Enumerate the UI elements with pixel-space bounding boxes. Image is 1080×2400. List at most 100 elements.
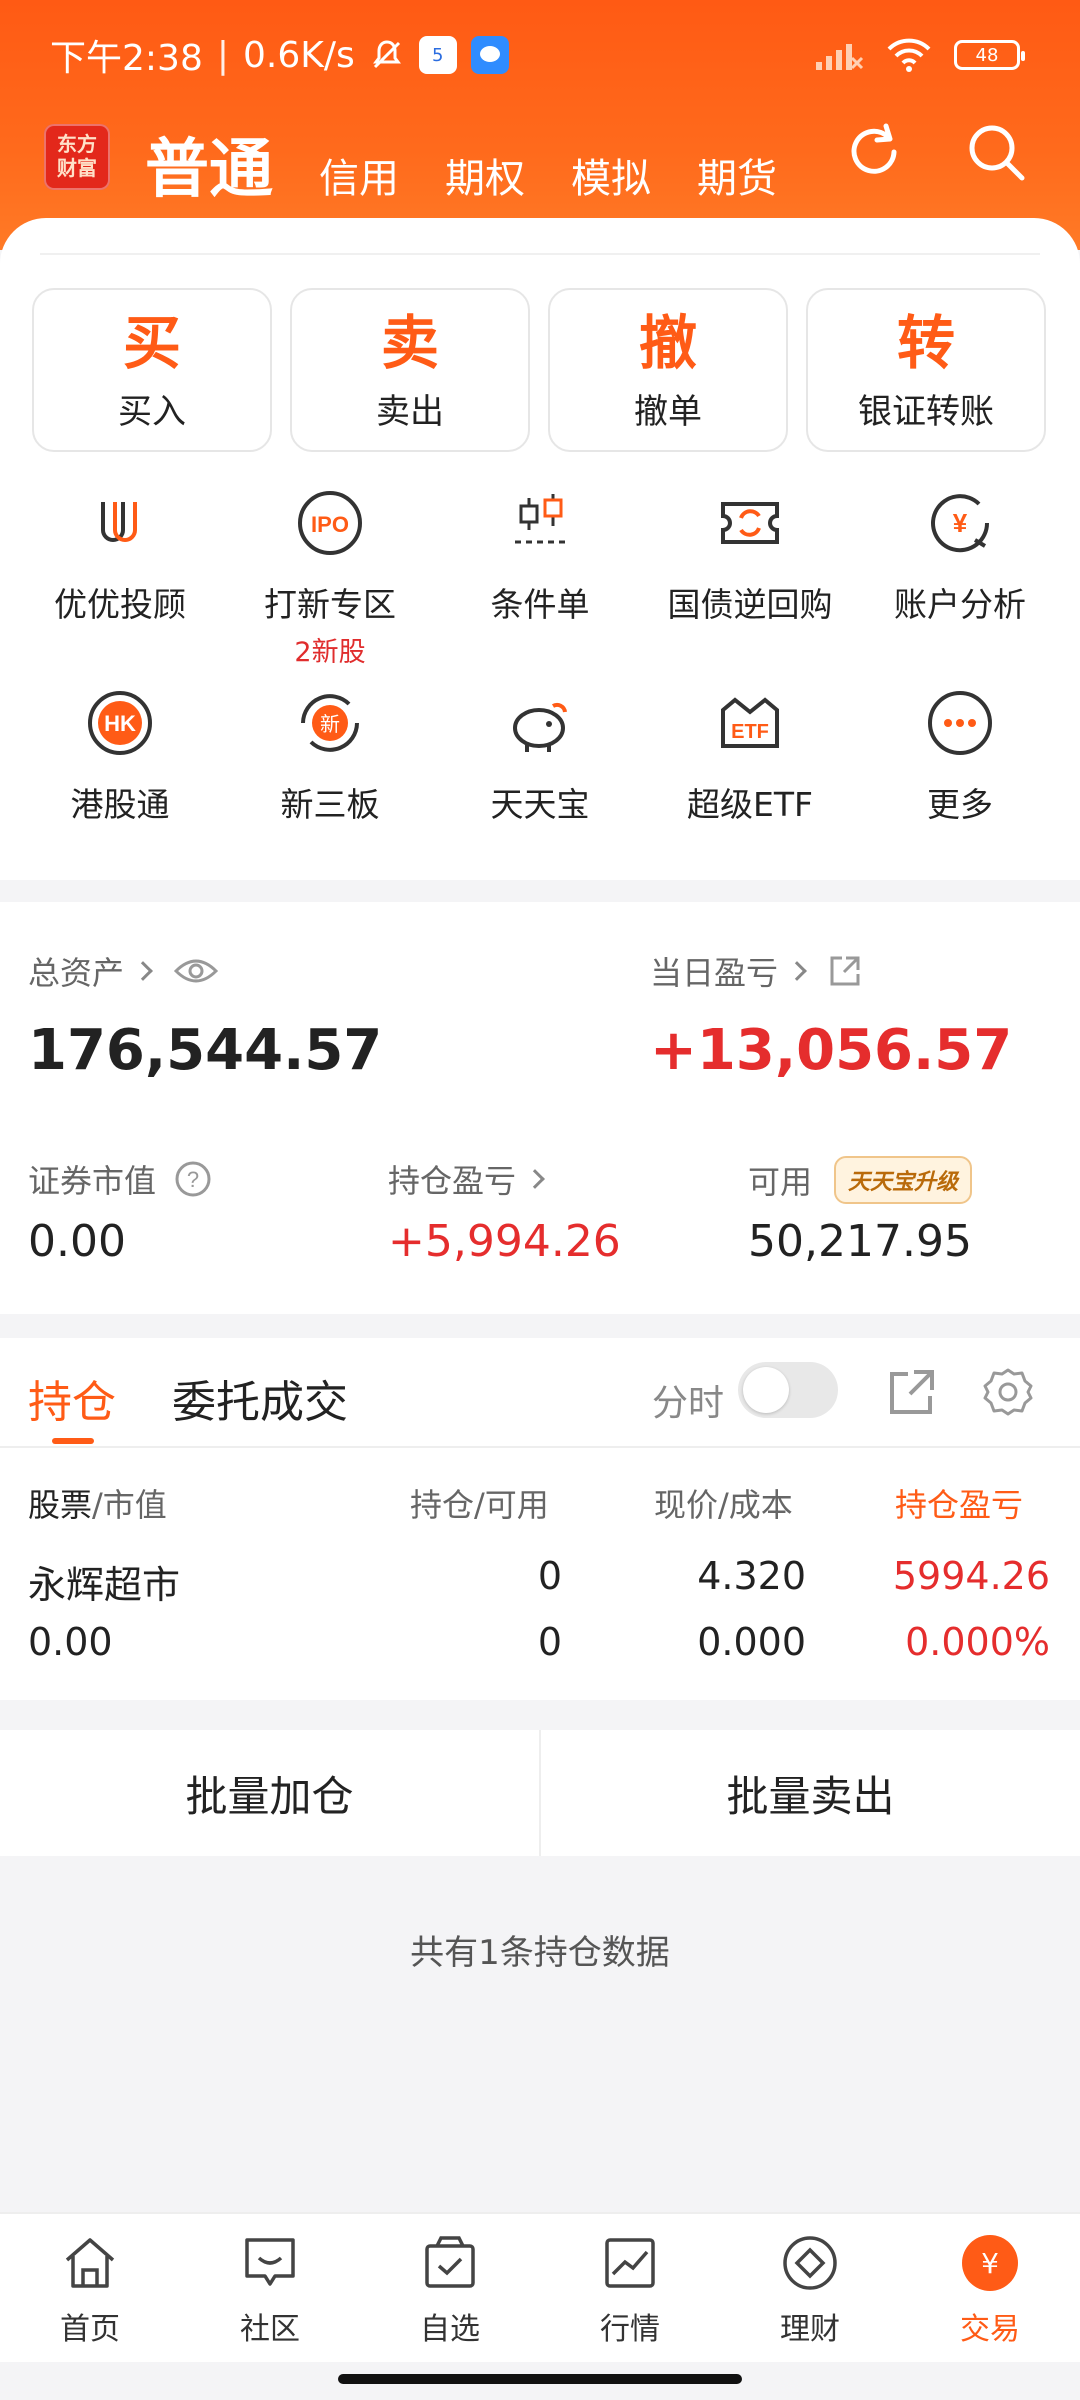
feature-row-2: HK 港股通 新 新三板 天天宝 ETF 超级ETF 更多 bbox=[0, 680, 1080, 880]
messenger-app-icon bbox=[470, 36, 509, 74]
bell-muted-icon bbox=[372, 40, 401, 69]
grid-item-hk-connect[interactable]: HK 港股通 bbox=[15, 680, 225, 880]
app-logo: 东方财富 bbox=[44, 124, 110, 190]
svg-text:IPO: IPO bbox=[311, 512, 349, 537]
help-icon[interactable]: ? bbox=[174, 1160, 212, 1198]
holdings-section: 持仓 委托成交 分时 股票 /市值 持仓/可用 现价/成本 持仓盈亏 永辉超市 bbox=[0, 1338, 1080, 1700]
trade-icon: ¥ bbox=[962, 2235, 1018, 2291]
bank-transfer-button[interactable]: 转 银证转账 bbox=[806, 288, 1046, 452]
position-pnl-pct: 0.000% bbox=[905, 1620, 1050, 1664]
status-separator: | bbox=[216, 34, 229, 76]
watchlist-icon bbox=[425, 2236, 475, 2288]
grid-label: 更多 bbox=[927, 785, 993, 824]
position-pnl-label: 持仓盈亏 bbox=[388, 1162, 517, 1200]
nav-trade[interactable]: ¥ 交易 bbox=[900, 2232, 1080, 2348]
total-assets-value: 176,544.57 bbox=[28, 1018, 383, 1083]
market-value-label: 证券市值 bbox=[28, 1162, 157, 1200]
condition-order-icon bbox=[515, 494, 567, 544]
battery-level: 48 bbox=[975, 44, 999, 66]
nav-home[interactable]: 首页 bbox=[0, 2232, 180, 2348]
new-stock-count: 2新股 bbox=[294, 637, 366, 668]
bulk-sell-button[interactable]: 批量卖出 bbox=[541, 1730, 1080, 1856]
signal-icon bbox=[816, 44, 864, 70]
daily-pnl-label-row[interactable]: 当日盈亏 bbox=[650, 948, 862, 994]
svg-text:¥: ¥ bbox=[953, 508, 968, 538]
sell-button[interactable]: 卖 卖出 bbox=[290, 288, 530, 452]
position-qty: 0 bbox=[537, 1554, 562, 1598]
grid-item-youyou[interactable]: 优优投顾 bbox=[15, 480, 225, 680]
nav-watchlist[interactable]: 自选 bbox=[360, 2232, 540, 2348]
grid-label: 天天宝 bbox=[490, 785, 590, 824]
position-pnl-value: +5,994.26 bbox=[388, 1216, 621, 1267]
home-indicator[interactable] bbox=[338, 2374, 742, 2384]
status-bar: 下午2:38 | 0.6K/s 5 48 bbox=[0, 0, 1080, 110]
cancel-order-button[interactable]: 撤 撤单 bbox=[548, 288, 788, 452]
community-icon bbox=[245, 2238, 295, 2286]
available-label: 可用 bbox=[748, 1163, 813, 1201]
col-position-pnl[interactable]: 持仓盈亏 bbox=[895, 1480, 1023, 1526]
grid-item-new-third-board[interactable]: 新 新三板 bbox=[225, 680, 435, 880]
gear-icon[interactable] bbox=[980, 1364, 1036, 1420]
grid-item-tiantianbao[interactable]: 天天宝 bbox=[435, 680, 645, 880]
grid-item-ipo[interactable]: IPO 打新专区 2新股 bbox=[225, 480, 435, 680]
grid-label: 港股通 bbox=[70, 785, 170, 824]
svg-text:HK: HK bbox=[104, 711, 136, 736]
bubble-icon bbox=[479, 46, 500, 62]
grid-item-reverse-repo[interactable]: 国债逆回购 bbox=[645, 480, 855, 680]
share-icon[interactable] bbox=[884, 1364, 940, 1420]
network-speed: 0.6K/s bbox=[242, 34, 355, 76]
nav-community[interactable]: 社区 bbox=[180, 2232, 360, 2348]
grid-label: 打新专区 bbox=[264, 585, 396, 624]
search-icon[interactable] bbox=[964, 120, 1028, 184]
nav-market[interactable]: 行情 bbox=[540, 2232, 720, 2348]
upgrade-badge[interactable]: 天天宝升级 bbox=[834, 1156, 973, 1204]
nav-wealth[interactable]: 理财 bbox=[720, 2232, 900, 2348]
position-pnl-label-row[interactable]: 持仓盈亏 bbox=[388, 1156, 545, 1202]
notification-badge: 5 bbox=[432, 44, 444, 66]
grid-label: 优优投顾 bbox=[54, 585, 186, 624]
grid-item-more[interactable]: 更多 bbox=[855, 680, 1065, 880]
chevron-right-icon bbox=[525, 1169, 545, 1189]
status-right: 48 bbox=[814, 30, 1025, 80]
asset-summary: 总资产 176,544.57 当日盈亏 +13,056.57 证券市值 ? 0. bbox=[0, 902, 1080, 1314]
grid-item-condition-order[interactable]: 条件单 bbox=[435, 480, 645, 680]
home-icon bbox=[65, 2238, 115, 2288]
position-pnl: 5994.26 bbox=[892, 1554, 1050, 1598]
table-row-line-2: 0.00 0 0.000 0.000% bbox=[0, 1620, 1080, 1684]
external-link-icon[interactable] bbox=[828, 954, 862, 988]
col-price-cost: 现价/成本 bbox=[654, 1486, 793, 1524]
mode-tab-options[interactable]: 期权 bbox=[445, 146, 525, 210]
mode-tab-normal[interactable]: 普通 bbox=[145, 118, 273, 210]
battery-indicator: 48 bbox=[954, 40, 1025, 70]
logo-text: 东方财富 bbox=[57, 132, 97, 180]
buy-big-label: 买 bbox=[122, 308, 181, 377]
grid-item-super-etf[interactable]: ETF 超级ETF bbox=[645, 680, 855, 880]
stock-name: 永辉超市 bbox=[28, 1563, 181, 1607]
active-tab-indicator bbox=[52, 1438, 94, 1444]
grid-label: 国债逆回购 bbox=[667, 585, 833, 624]
bulk-add-button[interactable]: 批量加仓 bbox=[0, 1730, 539, 1856]
account-analysis-icon: ¥ bbox=[931, 494, 990, 553]
buy-button[interactable]: 买 买入 bbox=[32, 288, 272, 452]
total-assets-label-row[interactable]: 总资产 bbox=[28, 948, 219, 994]
tab-orders[interactable]: 委托成交 bbox=[172, 1366, 348, 1430]
nav-label: 首页 bbox=[60, 2312, 120, 2347]
grid-label: 条件单 bbox=[490, 585, 590, 624]
tab-positions[interactable]: 持仓 bbox=[28, 1366, 116, 1430]
mode-tab-futures[interactable]: 期货 bbox=[697, 146, 777, 210]
feature-row-1: 优优投顾 IPO 打新专区 2新股 条件单 国债逆回购 ¥ 账户分析 bbox=[0, 480, 1080, 680]
mode-tab-credit[interactable]: 信用 bbox=[319, 146, 399, 210]
nav-label: 行情 bbox=[600, 2312, 660, 2347]
grid-item-account-analysis[interactable]: ¥ 账户分析 bbox=[855, 480, 1065, 680]
cancel-label: 撤单 bbox=[634, 391, 702, 432]
new-third-board-icon: 新 bbox=[301, 694, 359, 752]
piggy-bank-icon bbox=[513, 702, 567, 752]
header: 下午2:38 | 0.6K/s 5 48 东方财富 普通 信用 期权 模拟 期货 bbox=[0, 0, 1080, 250]
refresh-icon[interactable] bbox=[842, 120, 906, 184]
current-price: 4.320 bbox=[697, 1554, 806, 1598]
eye-icon[interactable] bbox=[174, 956, 219, 986]
mode-tab-simulated[interactable]: 模拟 bbox=[571, 146, 651, 210]
reverse-repo-icon bbox=[721, 502, 779, 544]
timeshare-toggle[interactable] bbox=[738, 1362, 838, 1418]
col-position-available: 持仓/可用 bbox=[410, 1486, 549, 1524]
